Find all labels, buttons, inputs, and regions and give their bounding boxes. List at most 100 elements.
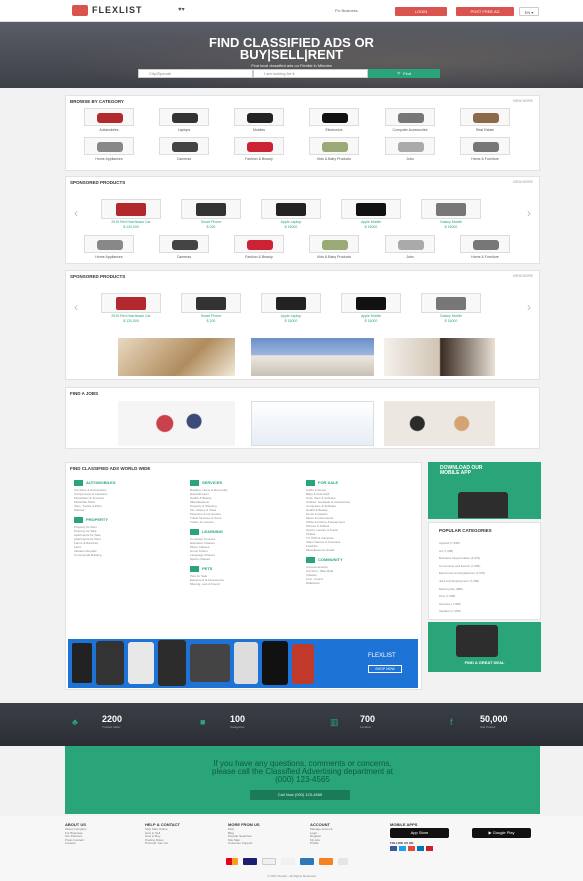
language-select[interactable]: EN ▾: [519, 7, 539, 16]
product-image[interactable]: [341, 293, 401, 313]
popular-category-link[interactable]: Motorcycles (988): [439, 586, 539, 594]
product-image[interactable]: [421, 293, 481, 313]
category-tile[interactable]: Cameras: [149, 137, 219, 163]
jobs-photo-1[interactable]: [118, 401, 235, 446]
product-name[interactable]: Smart Phone: [181, 220, 241, 224]
popular-category-link[interactable]: Vacation (7,358): [439, 608, 539, 616]
product-image[interactable]: [101, 199, 161, 219]
property-photo-2[interactable]: [251, 338, 374, 376]
property-photo-3[interactable]: [384, 338, 495, 376]
category-view-more[interactable]: VIEW MORE: [513, 99, 533, 103]
carousel-prev-icon[interactable]: ‹: [74, 206, 78, 220]
category-tile[interactable]: Mobiles: [224, 108, 294, 134]
product-image[interactable]: [101, 293, 161, 313]
category-tile[interactable]: Real Estate: [450, 108, 520, 134]
category-tile[interactable]: Kids & Baby Products: [299, 137, 369, 163]
product-name[interactable]: Galaxy Mobile: [421, 314, 481, 318]
category-heading[interactable]: SERVICES: [202, 480, 222, 485]
linkedin-icon[interactable]: [417, 846, 424, 851]
footer-link[interactable]: Customer Support: [228, 842, 298, 846]
footer-link[interactable]: Careers: [65, 842, 135, 846]
category-tile[interactable]: Jobs: [375, 235, 445, 261]
popular-category-link[interactable]: Services (7,358): [439, 601, 539, 609]
product-image[interactable]: [421, 199, 481, 219]
sponsored-view-more-2[interactable]: VIEW MORE: [513, 274, 533, 278]
category-tile[interactable]: Home Appliances: [74, 235, 144, 261]
popular-category-link[interactable]: Community and Events (7,096): [439, 563, 539, 571]
category-tile[interactable]: Home Appliances: [74, 137, 144, 163]
category-tile[interactable]: Cameras: [149, 235, 219, 261]
product-name[interactable]: Smart Phone: [181, 314, 241, 318]
phones-banner[interactable]: FLEXLIST SHOP NOW: [68, 639, 418, 688]
popular-category-link[interactable]: Pets (7,358): [439, 593, 539, 601]
product-name[interactable]: Apple Mobile: [341, 314, 401, 318]
logo-text[interactable]: FLEXLIST: [92, 5, 143, 15]
keyword-input[interactable]: I am looking for it: [253, 69, 368, 78]
carousel-next-icon[interactable]: ›: [527, 206, 531, 220]
category-heading[interactable]: FOR SALE: [318, 480, 338, 485]
category-link[interactable]: Tuition & Lessons: [190, 520, 295, 524]
footer-link[interactable]: Promote Your Ad: [145, 842, 215, 846]
product-name[interactable]: Apple Mobile: [341, 220, 401, 224]
carousel-next-icon-2[interactable]: ›: [527, 300, 531, 314]
product-name[interactable]: Galaxy Mobile: [421, 220, 481, 224]
pinterest-icon[interactable]: [426, 846, 433, 851]
product-name[interactable]: 2019 Red Hatchback Car: [101, 220, 161, 224]
category-link[interactable]: Rideshare: [306, 581, 411, 585]
popular-category-link[interactable]: Electronics and Appliances (7,076): [439, 570, 539, 578]
product-name[interactable]: Apple Laptop: [261, 220, 321, 224]
category-heading[interactable]: LEARNING: [202, 529, 223, 534]
post-ad-button[interactable]: POST FREE AD: [456, 7, 514, 16]
category-tile[interactable]: Laptops: [149, 108, 219, 134]
product-image[interactable]: [341, 199, 401, 219]
download-app-card[interactable]: DOWNLOAD OUR MOBILE APP: [428, 462, 541, 519]
popular-category-link[interactable]: Apparel (7,398): [439, 540, 539, 548]
search-button[interactable]: 🔍 Find: [368, 69, 440, 78]
call-now-button[interactable]: Call Now (000) 123-4565: [250, 790, 350, 800]
app-store-button[interactable]: App Store: [390, 828, 449, 838]
logo-icon[interactable]: [72, 5, 88, 16]
twitter-icon[interactable]: [399, 846, 406, 851]
category-link[interactable]: Sports Classes: [190, 557, 295, 561]
login-button[interactable]: LOGIN: [395, 7, 447, 16]
shop-now-button[interactable]: SHOP NOW: [368, 665, 402, 673]
popular-category-link[interactable]: Business Opportunities (4,079): [439, 555, 539, 563]
sponsored-view-more-1[interactable]: VIEW MORE: [513, 180, 533, 184]
great-deal-card[interactable]: FIND A GREAT DEAL: [428, 622, 541, 672]
category-tile[interactable]: Computer Accessories: [375, 108, 445, 134]
google-plus-icon[interactable]: [408, 846, 415, 851]
product-name[interactable]: Apple Laptop: [261, 314, 321, 318]
location-pin-icon[interactable]: ♥▾: [178, 6, 185, 13]
category-heading[interactable]: AUTOMOBILES: [86, 480, 115, 485]
jobs-photo-3[interactable]: [384, 401, 495, 446]
facebook-icon[interactable]: [390, 846, 397, 851]
category-tile[interactable]: Kids & Baby Products: [299, 235, 369, 261]
product-image[interactable]: [261, 199, 321, 219]
product-name[interactable]: 2019 Red Hatchback Car: [101, 314, 161, 318]
category-heading[interactable]: PETS: [202, 566, 212, 571]
category-link[interactable]: Missing, Lost & Found: [190, 582, 295, 586]
carousel-prev-icon-2[interactable]: ‹: [74, 300, 78, 314]
category-tile[interactable]: Fashion & Beauty: [224, 235, 294, 261]
product-image[interactable]: [181, 293, 241, 313]
category-tile[interactable]: Automobiles: [74, 108, 144, 134]
category-tile[interactable]: Home & Furniture: [450, 235, 520, 261]
product-image[interactable]: [261, 293, 321, 313]
category-heading[interactable]: PROPERTY: [86, 517, 108, 522]
business-link[interactable]: Fix Business: [335, 8, 358, 13]
property-photo-1[interactable]: [118, 338, 235, 376]
category-tile[interactable]: Home & Furniture: [450, 137, 520, 163]
google-play-button[interactable]: ▶ Google Play: [472, 828, 531, 838]
city-input[interactable]: City/Zipcode: [138, 69, 253, 78]
category-tile[interactable]: Jobs: [375, 137, 445, 163]
category-link[interactable]: Miscellaneous Goods: [306, 548, 411, 552]
footer-link[interactable]: Profile: [310, 842, 380, 846]
category-tile[interactable]: Fashion & Beauty: [224, 137, 294, 163]
category-link[interactable]: Commercial Building: [74, 553, 179, 557]
category-heading[interactable]: COMMUNITY: [318, 557, 343, 562]
popular-category-link[interactable]: Jobs And Employment (7,096): [439, 578, 539, 586]
popular-category-link[interactable]: Art (7,398): [439, 548, 539, 556]
category-link[interactable]: Wanted: [74, 508, 179, 512]
product-image[interactable]: [181, 199, 241, 219]
jobs-photo-2[interactable]: [251, 401, 374, 446]
